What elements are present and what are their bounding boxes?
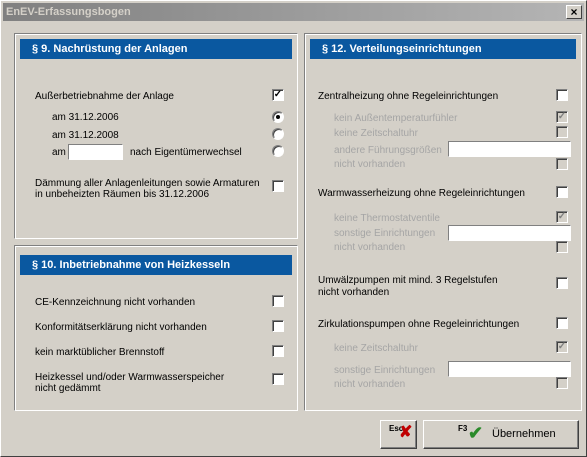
- option-custom-radio[interactable]: [272, 145, 284, 157]
- option-2008-radio[interactable]: [272, 128, 284, 140]
- section-12-header: § 12. Verteilungseinrichtungen: [310, 39, 576, 59]
- zentralheizung-label: Zentralheizung ohne Regeleinrichtungen: [318, 91, 499, 102]
- section-10-header: § 10. Inbetriebnahme von Heizkesseln: [20, 255, 292, 275]
- ww-sonstige-label-line1: sonstige Einrichtungen: [334, 228, 436, 239]
- umwaelzpumpen-checkbox[interactable]: [556, 277, 568, 289]
- daemmung-label-line1: Dämmung aller Anlagenleitungen sowie Arm…: [35, 178, 260, 189]
- umwaelzpumpen-label-line2: nicht vorhanden: [318, 287, 390, 298]
- checkmark-icon: ✔: [468, 423, 484, 443]
- zk-zeitschaltuhr-label: keine Zeitschaltuhr: [334, 343, 418, 354]
- fuehrungsgroessen-label-line2: nicht vorhanden: [334, 159, 406, 170]
- uebernehmen-button[interactable]: F3 ✔ Übernehmen: [423, 420, 579, 449]
- ww-sonstige-label-line2: nicht vorhanden: [334, 242, 406, 253]
- zentralheizung-checkbox[interactable]: [556, 89, 568, 101]
- checkmark-glyph: ✓: [273, 89, 283, 100]
- ausserbetriebnahme-label: Außerbetriebnahme der Anlage: [35, 91, 174, 102]
- zeitschaltuhr-checkbox[interactable]: [556, 126, 568, 138]
- aussentemperaturfuehler-label: kein Außentemperaturfühler: [334, 113, 458, 124]
- heizkessel-checkbox[interactable]: [272, 373, 284, 385]
- zk-zeitschaltuhr-checkbox[interactable]: ✓: [556, 341, 568, 353]
- aussentemperaturfuehler-checkbox[interactable]: ✓: [556, 111, 568, 123]
- ce-label: CE-Kennzeichnung nicht vorhanden: [35, 297, 196, 308]
- checkmark-glyph: ✓: [557, 211, 567, 222]
- zirkulationspumpen-checkbox[interactable]: [556, 317, 568, 329]
- brennstoff-label: kein marktüblicher Brennstoff: [35, 347, 165, 358]
- brennstoff-checkbox[interactable]: [272, 345, 284, 357]
- zk-sonstige-label-line1: sonstige Einrichtungen: [334, 365, 436, 376]
- f3-key-label: F3: [458, 424, 468, 433]
- zk-sonstige-checkbox[interactable]: [556, 377, 568, 389]
- ww-sonstige-input[interactable]: [448, 225, 571, 241]
- umwaelzpumpen-label-line1: Umwälzpumpen mit mind. 3 Regelstufen: [318, 275, 498, 286]
- checkmark-glyph: ✓: [557, 111, 567, 122]
- ww-sonstige-checkbox[interactable]: [556, 241, 568, 253]
- konformitaet-label: Konformitätserklärung nicht vorhanden: [35, 322, 207, 333]
- ce-checkbox[interactable]: [272, 295, 284, 307]
- close-x-icon: ✘: [399, 424, 413, 441]
- thermostatventile-label: keine Thermostatventile: [334, 213, 440, 224]
- custom-date-input[interactable]: [68, 144, 123, 160]
- warmwasserheizung-checkbox[interactable]: [556, 186, 568, 198]
- option-custom-prefix: am: [52, 147, 66, 158]
- window-title: EnEV-Erfassungsbogen: [6, 6, 131, 18]
- option-2008-label: am 31.12.2008: [52, 130, 119, 141]
- section-9-header: § 9. Nachrüstung der Anlagen: [20, 39, 292, 59]
- option-2006-radio[interactable]: [272, 111, 284, 123]
- uebernehmen-label: Übernehmen: [492, 428, 556, 440]
- zk-sonstige-input[interactable]: [448, 361, 571, 377]
- zeitschaltuhr-label: keine Zeitschaltuhr: [334, 128, 418, 139]
- title-bar: EnEV-Erfassungsbogen ×: [3, 3, 584, 21]
- enev-dialog: EnEV-Erfassungsbogen × § 9. Nachrüstung …: [0, 0, 587, 457]
- fuehrungsgroessen-label-line1: andere Führungsgrößen: [334, 145, 442, 156]
- section-10-panel: § 10. Inbetriebnahme von Heizkesseln CE-…: [14, 245, 298, 411]
- thermostatventile-checkbox[interactable]: ✓: [556, 211, 568, 223]
- daemmung-checkbox[interactable]: [272, 180, 284, 192]
- fuehrungsgroessen-input[interactable]: [448, 141, 571, 157]
- option-custom-suffix: nach Eigentümerwechsel: [130, 147, 242, 158]
- option-2006-label: am 31.12.2006: [52, 112, 119, 123]
- cancel-button[interactable]: Esc ✘: [380, 420, 417, 449]
- daemmung-label-line2: in unbeheizten Räumen bis 31.12.2006: [35, 189, 210, 200]
- zirkulationspumpen-label: Zirkulationspumpen ohne Regeleinrichtung…: [318, 319, 520, 330]
- fuehrungsgroessen-checkbox[interactable]: [556, 158, 568, 170]
- heizkessel-label-line2: nicht gedämmt: [35, 383, 101, 394]
- close-button[interactable]: ×: [566, 5, 582, 19]
- ausserbetriebnahme-checkbox[interactable]: ✓: [272, 89, 284, 101]
- checkmark-glyph: ✓: [557, 341, 567, 352]
- section-9-panel: § 9. Nachrüstung der Anlagen Außerbetrie…: [14, 33, 298, 239]
- zk-sonstige-label-line2: nicht vorhanden: [334, 379, 406, 390]
- section-12-panel: § 12. Verteilungseinrichtungen Zentralhe…: [304, 33, 582, 411]
- konformitaet-checkbox[interactable]: [272, 320, 284, 332]
- warmwasserheizung-label: Warmwasserheizung ohne Regeleinrichtunge…: [318, 188, 525, 199]
- heizkessel-label-line1: Heizkessel und/oder Warmwasserspeicher: [35, 372, 225, 383]
